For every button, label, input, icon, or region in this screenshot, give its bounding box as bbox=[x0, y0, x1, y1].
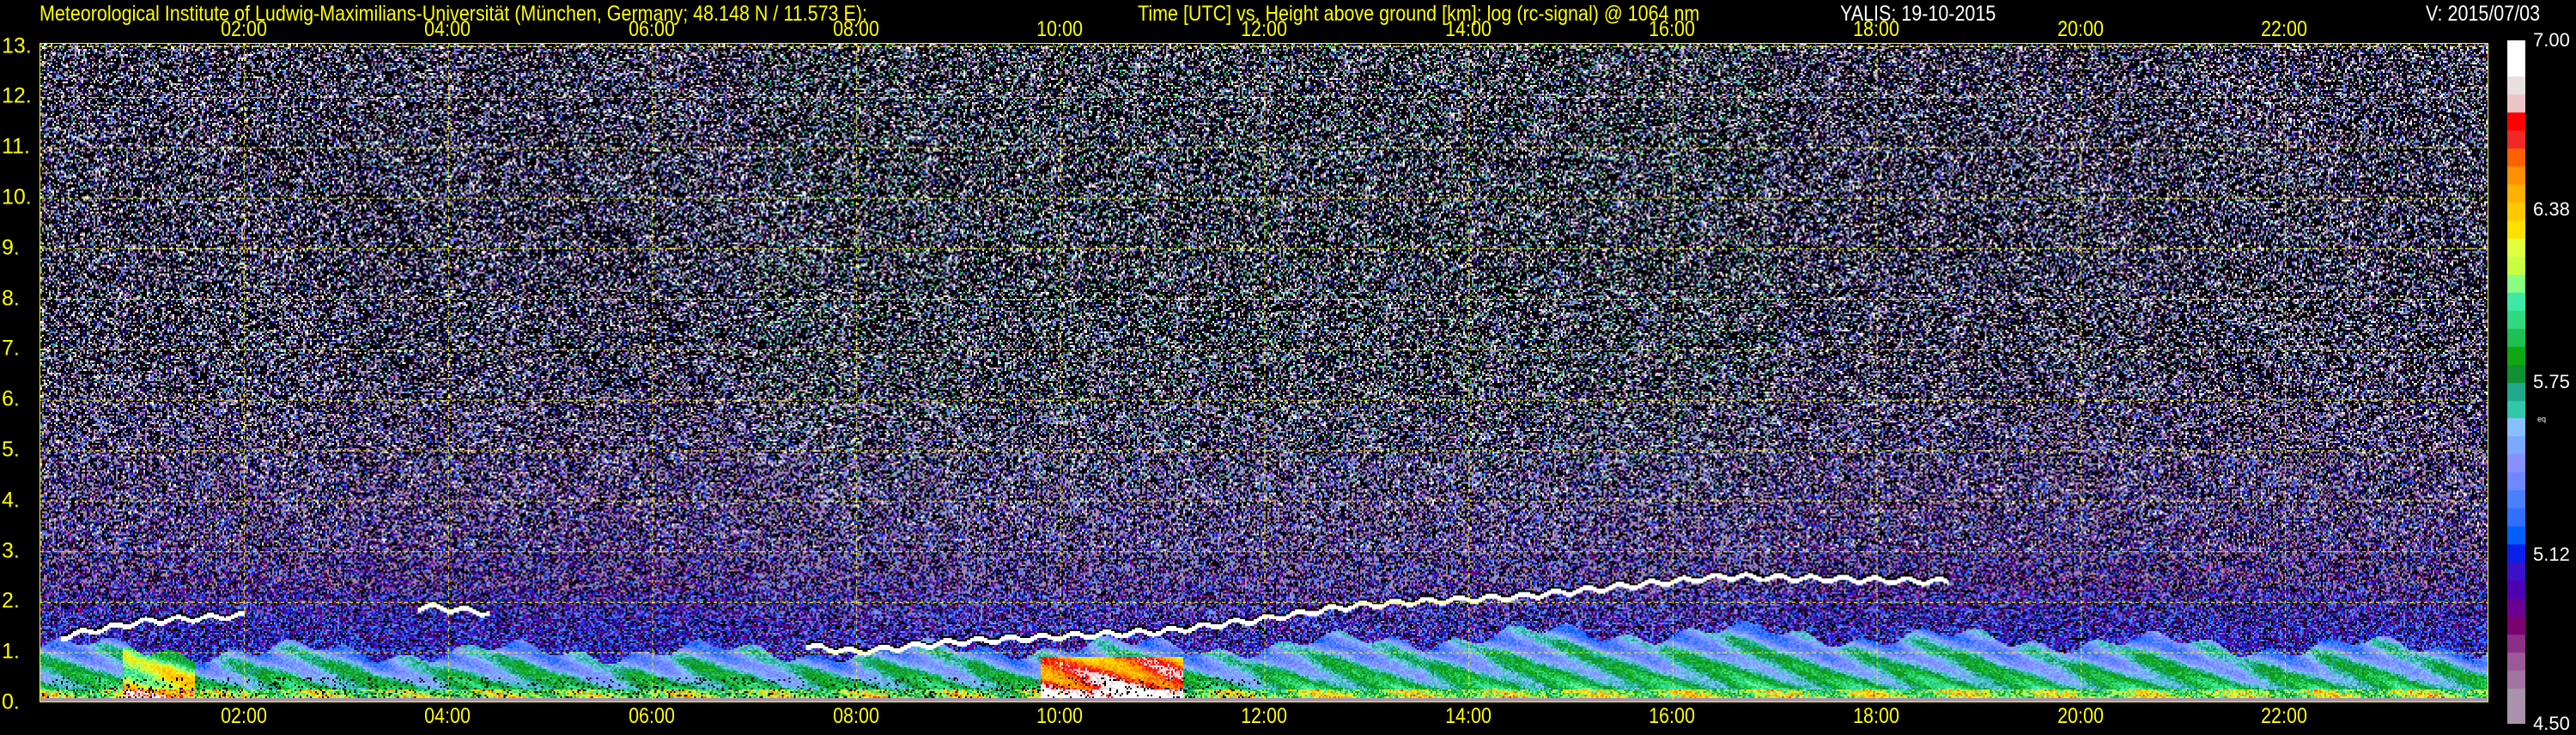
y-tick-label: 9. bbox=[2, 235, 20, 260]
version-label: V: 2015/07/03 bbox=[2426, 2, 2541, 26]
x-tick-label-top: 14:00 bbox=[1444, 17, 1492, 41]
y-tick-label: 1. bbox=[2, 639, 20, 664]
x-tick-label-bottom: 08:00 bbox=[832, 704, 879, 728]
x-tick-label-bottom: 18:00 bbox=[1853, 704, 1899, 728]
y-tick-label: 13. bbox=[2, 33, 32, 58]
y-tick-label: 0. bbox=[2, 689, 20, 714]
y-tick-label: 12. bbox=[2, 83, 32, 108]
y-tick-label: 6. bbox=[2, 386, 20, 411]
x-tick-label-top: 22:00 bbox=[2261, 17, 2308, 41]
x-tick-label-top: 20:00 bbox=[2057, 17, 2104, 41]
y-tick-label: 11. bbox=[2, 134, 30, 159]
y-tick-label: 8. bbox=[2, 286, 20, 311]
x-tick-label-top: 10:00 bbox=[1036, 17, 1084, 41]
colorbar-tick-label: 6.38 bbox=[2533, 198, 2570, 221]
x-tick-label-top: 02:00 bbox=[220, 17, 267, 41]
y-tick-label: 5. bbox=[2, 437, 20, 462]
x-tick-label-bottom: 22:00 bbox=[2261, 704, 2308, 728]
colorbar-tick-label: 5.12 bbox=[2533, 543, 2570, 565]
x-tick-label-bottom: 04:00 bbox=[424, 704, 471, 728]
colorbar bbox=[2507, 40, 2525, 724]
x-tick-label-bottom: 02:00 bbox=[220, 704, 267, 728]
x-tick-label-top: 16:00 bbox=[1649, 17, 1696, 41]
plot-title: Time [UTC] vs. Height above ground [km]:… bbox=[1138, 2, 1700, 26]
y-tick-label: 4. bbox=[2, 488, 20, 513]
x-tick-label-top: 04:00 bbox=[424, 17, 471, 41]
y-tick-label: 7. bbox=[2, 336, 20, 361]
x-tick-label-top: 12:00 bbox=[1241, 17, 1287, 41]
lidar-heatmap-plot bbox=[39, 43, 2488, 702]
x-tick-label-bottom: 16:00 bbox=[1649, 704, 1696, 728]
x-tick-label-bottom: 06:00 bbox=[629, 704, 675, 728]
x-tick-label-bottom: 20:00 bbox=[2057, 704, 2104, 728]
x-tick-label-top: 18:00 bbox=[1853, 17, 1899, 41]
x-tick-label-bottom: 14:00 bbox=[1444, 704, 1492, 728]
y-tick-label: 10. bbox=[2, 185, 32, 210]
colorbar-tick-label: 7.00 bbox=[2533, 29, 2570, 51]
colorbar-note: eq bbox=[2537, 415, 2547, 423]
colorbar-tick-label: 5.75 bbox=[2533, 371, 2570, 392]
y-tick-label: 3. bbox=[2, 538, 20, 563]
x-tick-label-top: 06:00 bbox=[629, 17, 675, 41]
grid-lines bbox=[40, 44, 2488, 702]
x-tick-label-bottom: 10:00 bbox=[1036, 704, 1084, 728]
x-tick-label-top: 08:00 bbox=[832, 17, 879, 41]
colorbar-tick-label: 4.50 bbox=[2533, 713, 2570, 734]
y-tick-label: 2. bbox=[2, 588, 20, 613]
x-tick-label-bottom: 12:00 bbox=[1241, 704, 1287, 728]
